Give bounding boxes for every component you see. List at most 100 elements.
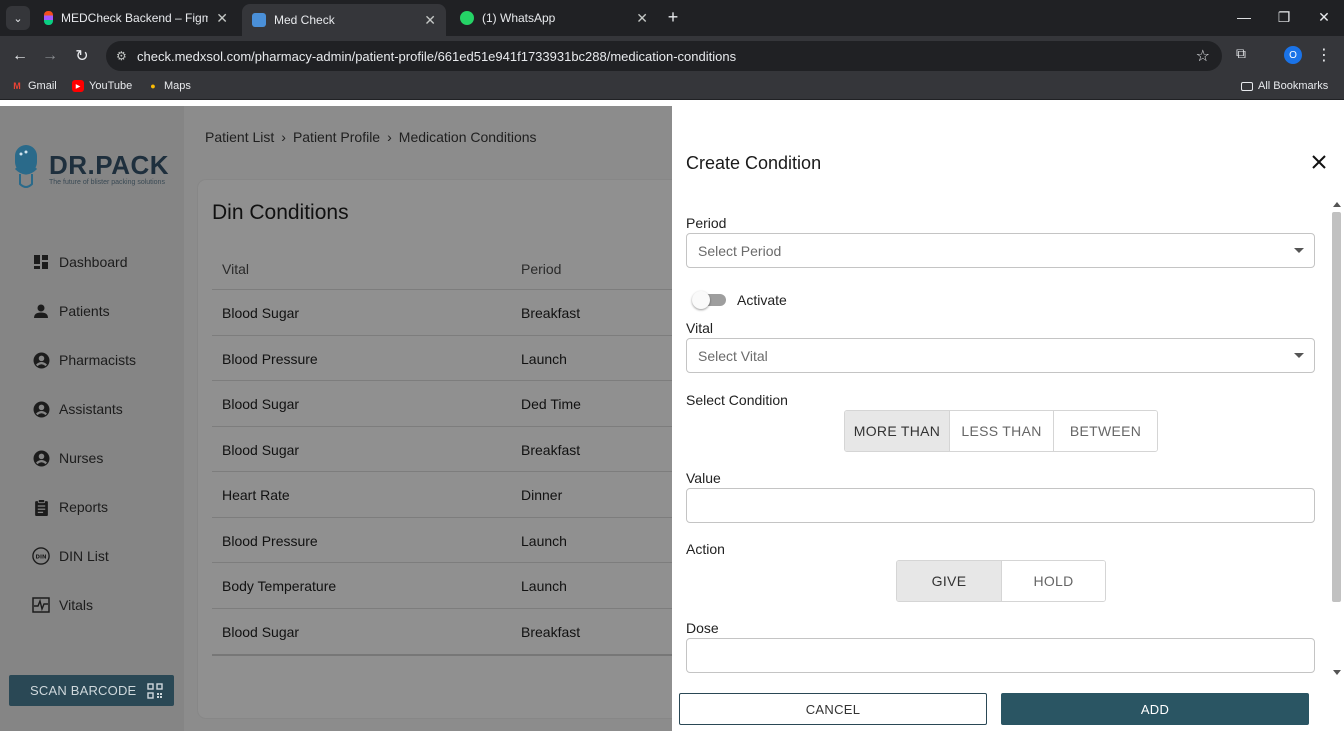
cell-vital: Blood Sugar	[222, 624, 300, 640]
value-label: Value	[686, 470, 721, 486]
breadcrumb-medication-conditions: Medication Conditions	[398, 129, 537, 145]
scan-barcode-button[interactable]: SCAN BARCODE	[9, 675, 174, 706]
action-give-button[interactable]: GIVE	[897, 561, 1001, 601]
vitals-icon	[32, 596, 50, 614]
cell-vital: Blood Sugar	[222, 396, 300, 412]
drawer-title: Create Condition	[686, 153, 822, 173]
back-arrow-icon[interactable]: ←	[8, 44, 32, 68]
sidebar-item-label: Patients	[59, 303, 110, 319]
sidebar-item-vitals[interactable]: Vitals	[32, 593, 93, 617]
more-menu-icon[interactable]: ⋮	[1316, 45, 1332, 65]
minimize-icon[interactable]: —	[1224, 0, 1264, 34]
cell-vital: Blood Pressure	[222, 351, 318, 367]
action-label: Action	[686, 541, 725, 557]
drawer-scrollbar[interactable]	[1329, 202, 1344, 680]
address-bar[interactable]: ⚙ check.medxsol.com/pharmacy-admin/patie…	[106, 41, 1222, 71]
profile-avatar[interactable]: O	[1284, 46, 1302, 64]
sidebar-item-label: Reports	[59, 499, 109, 515]
period-placeholder: Select Period	[698, 243, 782, 259]
cell-vital: Blood Sugar	[222, 305, 300, 321]
close-icon[interactable]: ✕	[216, 10, 228, 27]
sidebar-item-patients[interactable]: Patients	[32, 299, 110, 323]
sidebar-item-dashboard[interactable]: Dashboard	[32, 250, 128, 274]
cell-period: Launch	[521, 578, 567, 594]
extensions-icon[interactable]: ⧉	[1236, 45, 1256, 65]
tab-whatsapp[interactable]: (1) WhatsApp ✕	[450, 4, 658, 32]
account-circle-icon	[32, 351, 50, 369]
action-hold-button[interactable]: HOLD	[1001, 561, 1105, 601]
dose-input[interactable]	[686, 638, 1315, 673]
table-row[interactable]: Blood Sugar Breakfast	[212, 608, 672, 654]
sidebar-item-nurses[interactable]: Nurses	[32, 446, 103, 470]
cell-period: Breakfast	[521, 442, 581, 458]
scroll-up-icon[interactable]	[1333, 202, 1341, 207]
cell-vital: Heart Rate	[222, 487, 290, 503]
brand-name: DR.PACK	[49, 150, 170, 180]
scrollbar-thumb[interactable]	[1332, 212, 1341, 602]
bookmark-gmail[interactable]: M Gmail	[11, 80, 57, 92]
dashboard-icon	[32, 253, 50, 271]
add-button[interactable]: ADD	[1001, 693, 1309, 725]
scroll-down-icon[interactable]	[1333, 670, 1341, 675]
condition-less-than-button[interactable]: LESS THAN	[949, 411, 1053, 451]
forward-arrow-icon[interactable]: →	[38, 44, 62, 68]
sidebar-item-label: Dashboard	[59, 254, 128, 270]
cancel-button[interactable]: CANCEL	[679, 693, 987, 725]
sidebar-item-assistants[interactable]: Assistants	[32, 397, 123, 421]
bookmarks-bar: M Gmail ▶ YouTube ● Maps All Bookmarks	[0, 76, 1344, 100]
table-row[interactable]: Blood Sugar Breakfast	[212, 289, 672, 335]
table-row[interactable]: Heart Rate Dinner	[212, 471, 672, 517]
person-icon	[32, 302, 50, 320]
table-row[interactable]: Blood Sugar Ded Time	[212, 380, 672, 426]
condition-between-button[interactable]: BETWEEN	[1053, 411, 1157, 451]
brand-tagline: The future of blister packing solutions	[49, 179, 165, 186]
sidebar-item-label: Nurses	[59, 450, 104, 466]
gmail-icon: M	[13, 81, 21, 91]
close-icon[interactable]: ✕	[424, 12, 436, 29]
table-row[interactable]: Blood Pressure Launch	[212, 517, 672, 563]
bookmark-label: Gmail	[28, 80, 57, 92]
sidebar-item-reports[interactable]: Reports	[32, 495, 108, 519]
sidebar-item-label: Pharmacists	[59, 352, 137, 368]
cell-vital: Blood Sugar	[222, 442, 300, 458]
bookmark-youtube[interactable]: ▶ YouTube	[72, 80, 132, 92]
new-tab-button[interactable]: +	[662, 6, 684, 28]
bookmark-maps[interactable]: ● Maps	[147, 80, 191, 92]
breadcrumb-separator: ›	[281, 129, 286, 145]
close-icon[interactable]	[1309, 152, 1329, 172]
breadcrumb-patient-list[interactable]: Patient List	[205, 129, 274, 145]
table-row[interactable]: Blood Pressure Launch	[212, 335, 672, 381]
sidebar-item-pharmacists[interactable]: Pharmacists	[32, 348, 136, 372]
window-close-icon[interactable]: ✕	[1304, 0, 1344, 34]
brand-logo: DR.PACK The future of blister packing so…	[12, 144, 177, 194]
reload-icon[interactable]: ↻	[70, 44, 94, 68]
tab-med-check[interactable]: Med Check ✕	[242, 4, 446, 36]
youtube-icon: ▶	[72, 80, 84, 92]
sidebar-item-din-list[interactable]: DIN DIN List	[32, 544, 109, 568]
vital-select[interactable]: Select Vital	[686, 338, 1315, 373]
value-input[interactable]	[686, 488, 1315, 523]
period-select[interactable]: Select Period	[686, 233, 1315, 268]
cell-period: Dinner	[521, 487, 563, 503]
bookmark-star-icon[interactable]: ☆	[1196, 46, 1210, 66]
tab-title: Med Check	[274, 13, 335, 27]
tab-figma[interactable]: MEDCheck Backend – Figma ✕	[34, 4, 238, 32]
breadcrumb-patient-profile[interactable]: Patient Profile	[293, 129, 380, 145]
activate-toggle[interactable]	[692, 291, 728, 309]
breadcrumb: Patient List › Patient Profile › Medicat…	[205, 129, 537, 145]
caret-down-icon	[1294, 248, 1304, 253]
sidebar: DR.PACK The future of blister packing so…	[0, 106, 184, 731]
table-row[interactable]: Body Temperature Launch	[212, 562, 672, 608]
cell-vital: Blood Pressure	[222, 533, 318, 549]
all-bookmarks[interactable]: All Bookmarks	[1241, 80, 1328, 92]
browser-tab-bar: ⌄ MEDCheck Backend – Figma ✕ Med Check ✕…	[0, 0, 1344, 36]
condition-more-than-button[interactable]: MORE THAN	[845, 411, 949, 451]
tab-search-chevron-icon[interactable]: ⌄	[6, 6, 30, 30]
close-icon[interactable]: ✕	[636, 10, 648, 27]
qr-code-icon	[147, 682, 164, 699]
cell-period: Launch	[521, 533, 567, 549]
account-circle-icon	[32, 449, 50, 467]
restore-icon[interactable]: ❐	[1264, 0, 1304, 34]
site-info-icon[interactable]: ⚙	[116, 49, 130, 63]
table-row[interactable]: Blood Sugar Breakfast	[212, 426, 672, 472]
